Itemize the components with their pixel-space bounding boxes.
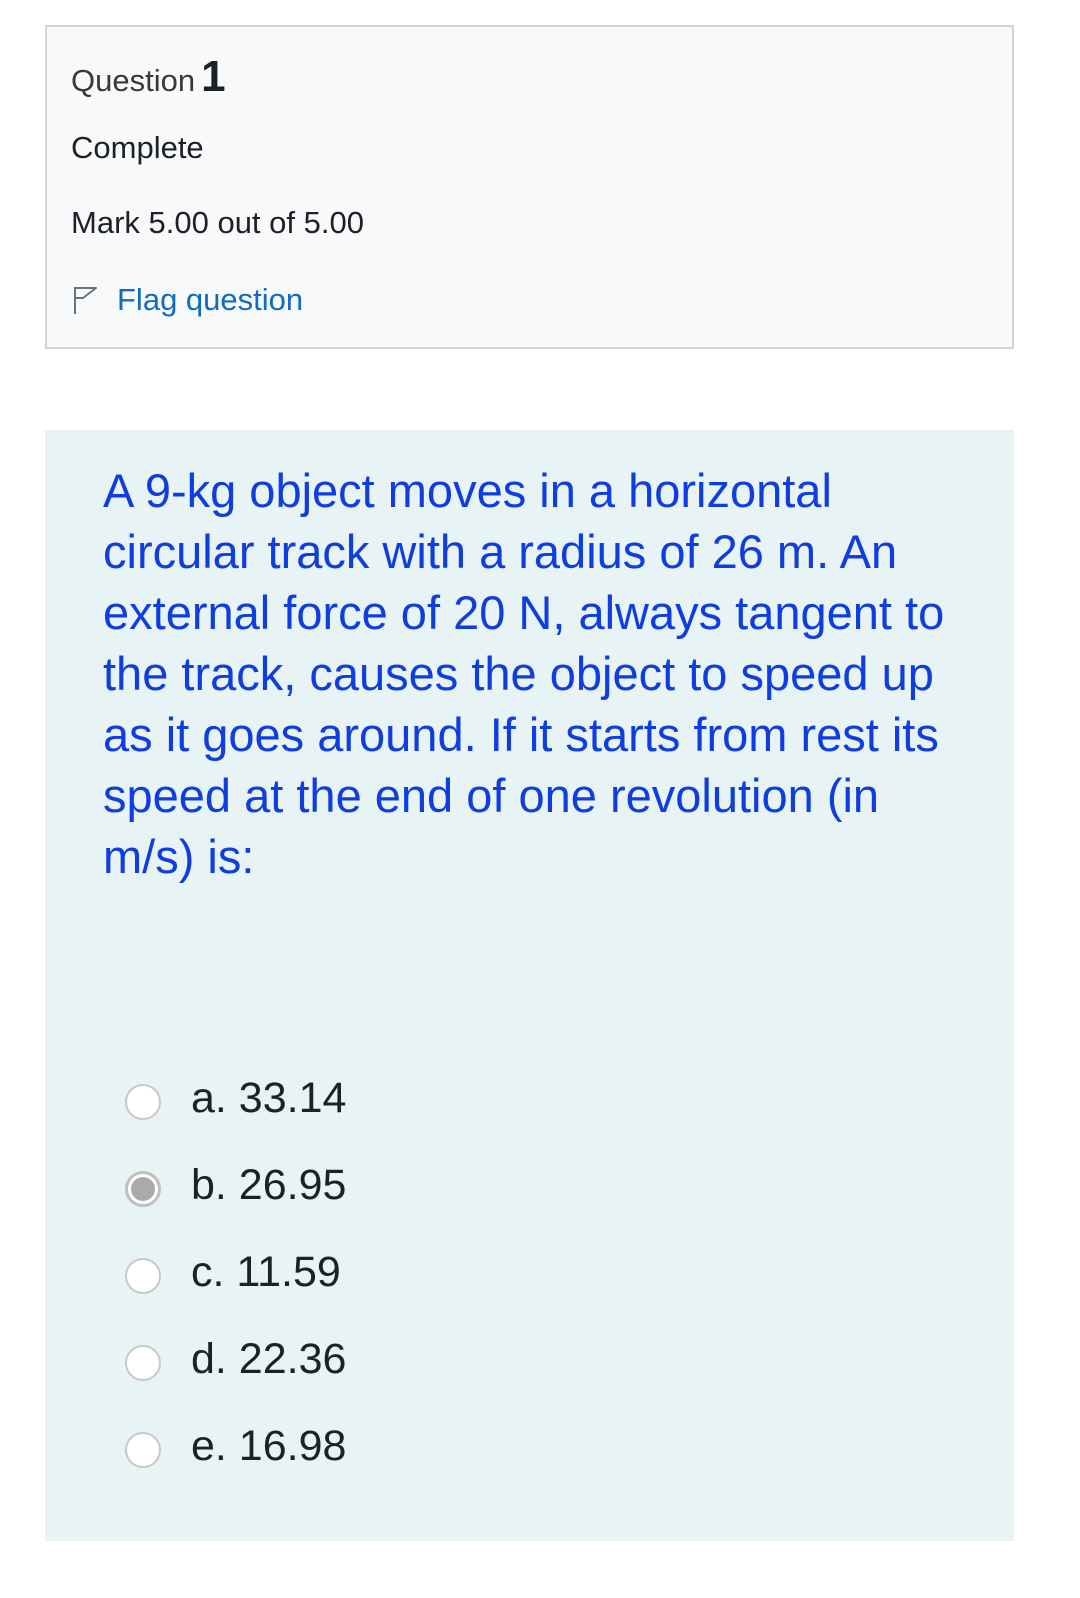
question-state: Complete: [71, 130, 204, 165]
answer-option-b[interactable]: b. 26.95: [125, 1142, 346, 1229]
flag-question-link[interactable]: Flag question: [71, 282, 303, 318]
question-number: 1: [201, 52, 226, 101]
radio-button[interactable]: [125, 1083, 161, 1120]
question-title: Question 1: [71, 51, 226, 107]
radio-button[interactable]: [125, 1257, 161, 1294]
flag-icon: [71, 285, 99, 315]
answer-label: c. 11.59: [191, 1248, 341, 1296]
question-text: A 9-kg object moves in a horizontal circ…: [103, 464, 945, 883]
answer-option-c[interactable]: c. 11.59: [125, 1229, 346, 1316]
question-content: A 9-kg object moves in a horizontal circ…: [45, 430, 1014, 1541]
question-grade: Mark 5.00 out of 5.00: [71, 205, 364, 240]
radio-button[interactable]: [125, 1344, 161, 1381]
radio-button[interactable]: [125, 1431, 161, 1468]
answer-option-d[interactable]: d. 22.36: [125, 1316, 346, 1403]
radio-button[interactable]: [125, 1170, 161, 1207]
answer-label: a. 33.14: [191, 1074, 347, 1122]
flag-question-label: Flag question: [117, 282, 304, 317]
answer-option-e[interactable]: e. 16.98: [125, 1403, 346, 1490]
answer-label: b. 26.95: [191, 1161, 347, 1209]
answer-list: a. 33.14 b. 26.95 c. 11.59 d. 22.36 e. 1…: [125, 1055, 346, 1490]
answer-label: d. 22.36: [191, 1335, 347, 1383]
answer-label: e. 16.98: [191, 1422, 347, 1470]
answer-option-a[interactable]: a. 33.14: [125, 1055, 346, 1142]
question-info-panel: Question 1 Complete Mark 5.00 out of 5.00…: [45, 25, 1014, 349]
question-label: Question: [71, 63, 196, 98]
